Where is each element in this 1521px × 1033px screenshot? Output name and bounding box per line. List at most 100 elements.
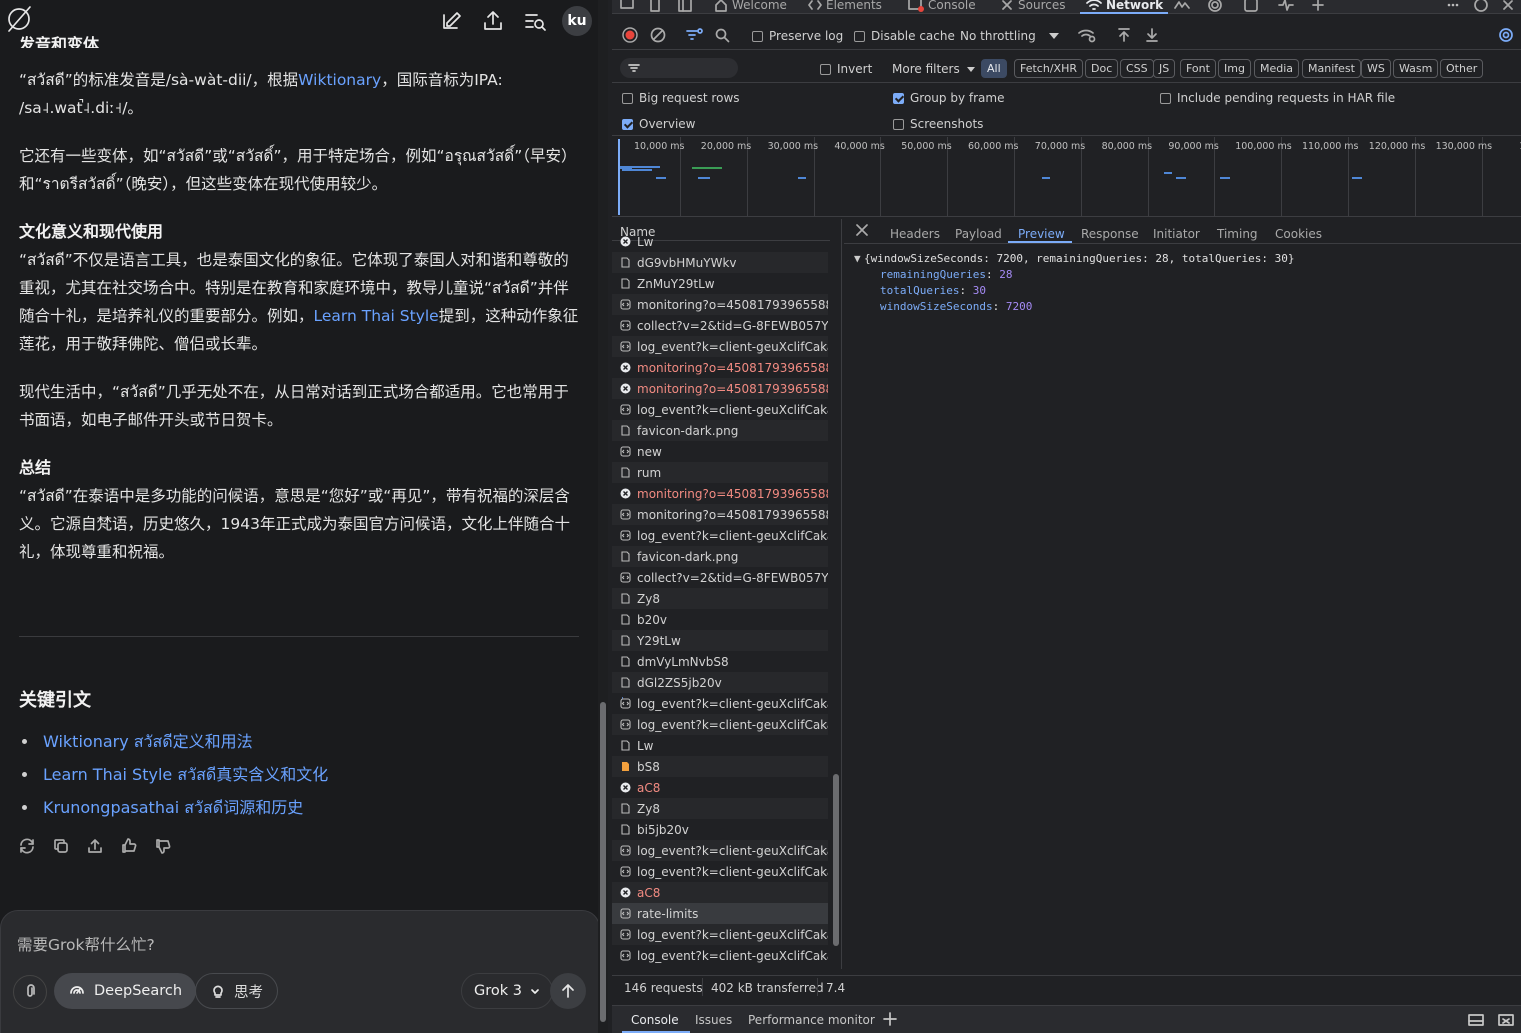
request-row[interactable]: rate-limits <box>612 903 828 924</box>
throttling-select[interactable]: No throttling <box>960 29 1036 43</box>
tab-cookies[interactable]: Cookies <box>1275 227 1322 241</box>
copy-icon[interactable] <box>52 837 70 855</box>
attach-icon[interactable] <box>13 975 47 1009</box>
throttling-dropdown-icon[interactable] <box>1048 31 1060 41</box>
history-search-icon[interactable] <box>522 8 548 34</box>
request-row[interactable]: monitoring?o=450817939655884... <box>612 294 828 315</box>
filter-all[interactable]: All <box>981 59 1007 78</box>
filter-fetch-xhr[interactable]: Fetch/XHR <box>1014 59 1083 78</box>
request-row[interactable]: Zy8 <box>612 588 828 609</box>
network-conditions-icon[interactable] <box>1078 27 1096 43</box>
checkbox-box[interactable] <box>622 118 633 130</box>
request-row[interactable]: log_event?k=client-geuXclifCakav... <box>612 525 828 546</box>
timeline-cursor[interactable] <box>618 139 620 215</box>
performance-icon[interactable] <box>1174 0 1190 13</box>
tab-console[interactable]: Console <box>908 0 976 13</box>
request-row[interactable]: Zy8 <box>612 798 828 819</box>
drawer-tab-performance-monitor[interactable]: Performance monitor <box>748 1013 875 1027</box>
request-row[interactable]: favicon-dark.png <box>612 546 828 567</box>
thumbs-down-icon[interactable] <box>154 837 172 855</box>
timeline-overview[interactable]: 10,000 ms 20,000 ms 30,000 ms 40,000 ms 50,0… <box>612 137 1521 699</box>
request-row[interactable]: log_event?k=client-geuXclifCakav... <box>612 693 828 714</box>
request-row[interactable]: Y29tLw <box>612 630 828 651</box>
export-har-icon[interactable] <box>1144 27 1160 43</box>
close-devtools-icon[interactable] <box>1502 0 1514 13</box>
request-row[interactable]: Lw <box>612 231 828 252</box>
wiktionary-link[interactable]: Wiktionary <box>298 71 381 89</box>
close-drawer-icon[interactable] <box>1498 1013 1514 1027</box>
tab-response[interactable]: Response <box>1081 227 1139 241</box>
checkbox-box[interactable] <box>752 30 763 42</box>
tab-sources[interactable]: Sources <box>1000 0 1065 13</box>
inspect-icon[interactable] <box>620 0 634 13</box>
request-row[interactable]: favicon-dark.png <box>612 420 828 441</box>
drawer-tab-console[interactable]: Console <box>631 1013 679 1027</box>
device-icon[interactable] <box>648 0 662 13</box>
import-har-icon[interactable] <box>1116 27 1132 43</box>
request-row[interactable]: aC8 <box>612 882 828 903</box>
close-detail-icon[interactable] <box>856 224 868 236</box>
request-row[interactable]: Lw <box>612 735 828 756</box>
filter-other[interactable]: Other <box>1440 59 1484 78</box>
checkbox-box[interactable] <box>820 63 831 75</box>
request-row[interactable]: dmVyLmNvbS8 <box>612 651 828 672</box>
include-pending-checkbox[interactable]: Include pending requests in HAR file <box>1160 91 1395 105</box>
filter-manifest[interactable]: Manifest <box>1302 59 1361 78</box>
request-row[interactable]: rum <box>612 462 828 483</box>
request-row[interactable]: monitoring?o=450817939655884... <box>612 483 828 504</box>
tab-welcome[interactable]: Welcome <box>714 0 787 13</box>
filter-font[interactable]: Font <box>1180 59 1216 78</box>
think-button[interactable]: 思考 <box>195 973 278 1009</box>
tab-elements[interactable]: Elements <box>808 0 882 13</box>
request-row[interactable]: dGl2ZS5jb20v <box>612 672 828 693</box>
record-icon[interactable] <box>622 27 638 43</box>
application-icon[interactable] <box>1244 0 1258 13</box>
scrollbar-thumb[interactable] <box>833 774 839 946</box>
edit-icon[interactable] <box>438 8 464 34</box>
invert-checkbox[interactable]: Invert <box>820 62 872 76</box>
search-icon[interactable] <box>714 27 730 43</box>
filter-css[interactable]: CSS <box>1120 59 1154 78</box>
filter-wasm[interactable]: Wasm <box>1393 59 1439 78</box>
dock-drawer-icon[interactable] <box>1468 1013 1484 1027</box>
json-summary-row[interactable]: ▼ {windowSizeSeconds: 7200, remainingQuer… <box>854 251 1294 267</box>
request-row[interactable]: collect?v=2&tid=G-8FEWB057YH... <box>612 567 828 588</box>
help-icon[interactable] <box>1474 0 1488 13</box>
checkbox-box[interactable] <box>622 92 633 104</box>
filter-input[interactable] <box>620 58 738 78</box>
json-preview[interactable]: ▼ {windowSizeSeconds: 7200, remainingQuer… <box>854 251 1294 315</box>
dock-icon[interactable] <box>678 0 692 13</box>
request-row[interactable]: log_event?k=client-geuXclifCakav... <box>612 924 828 945</box>
expand-triangle-icon[interactable]: ▼ <box>854 251 864 267</box>
request-row[interactable]: bi5jb20v <box>612 819 828 840</box>
filter-ws[interactable]: WS <box>1361 59 1391 78</box>
ref-link-wiktionary[interactable]: Wiktionary สวัสดี定义和用法 <box>22 725 328 758</box>
drawer-tab-issues[interactable]: Issues <box>695 1013 732 1027</box>
ref-link-learnthaistyle[interactable]: Learn Thai Style สวัสดี真实含义和文化 <box>22 758 328 791</box>
learn-thai-style-link[interactable]: Learn Thai Style <box>314 307 439 325</box>
ref-link-krunongpasathai[interactable]: Krunongpasathai สวัสดี词源和历史 <box>22 791 328 824</box>
chat-input-area[interactable]: 需要Grok帮什么忙? DeepSearch 思考 Grok 3 <box>0 910 600 1033</box>
filter-media[interactable]: Media <box>1254 59 1300 78</box>
chat-input[interactable]: 需要Grok帮什么忙? <box>17 933 155 955</box>
request-row[interactable]: dG9vbHMuYWkv <box>612 252 828 273</box>
thumbs-up-icon[interactable] <box>120 837 138 855</box>
deepsearch-button[interactable]: DeepSearch <box>54 973 197 1009</box>
scrollbar-thumb[interactable] <box>600 702 606 1022</box>
more-options-icon[interactable] <box>1446 0 1460 13</box>
overview-checkbox[interactable]: Overview <box>622 117 696 131</box>
clear-icon[interactable] <box>650 27 666 43</box>
tab-initiator[interactable]: Initiator <box>1153 227 1200 241</box>
disable-cache-checkbox[interactable]: Disable cache <box>854 29 955 43</box>
checkbox-box[interactable] <box>1160 92 1171 104</box>
request-row[interactable]: log_event?k=client-geuXclifCakav... <box>612 945 828 966</box>
request-row[interactable]: log_event?k=client-geuXclifCakav... <box>612 861 828 882</box>
request-row[interactable]: collect?v=2&tid=G-8FEWB057YH... <box>612 315 828 336</box>
model-selector[interactable]: Grok 3 <box>461 973 553 1009</box>
request-row[interactable]: monitoring?o=450817939655884... <box>612 378 828 399</box>
request-row[interactable]: new <box>612 441 828 462</box>
request-list-scrollbar[interactable] <box>830 219 841 969</box>
request-row[interactable]: aC8 <box>612 777 828 798</box>
group-by-frame-checkbox[interactable]: Group by frame <box>893 91 1004 105</box>
send-button[interactable] <box>550 973 586 1009</box>
